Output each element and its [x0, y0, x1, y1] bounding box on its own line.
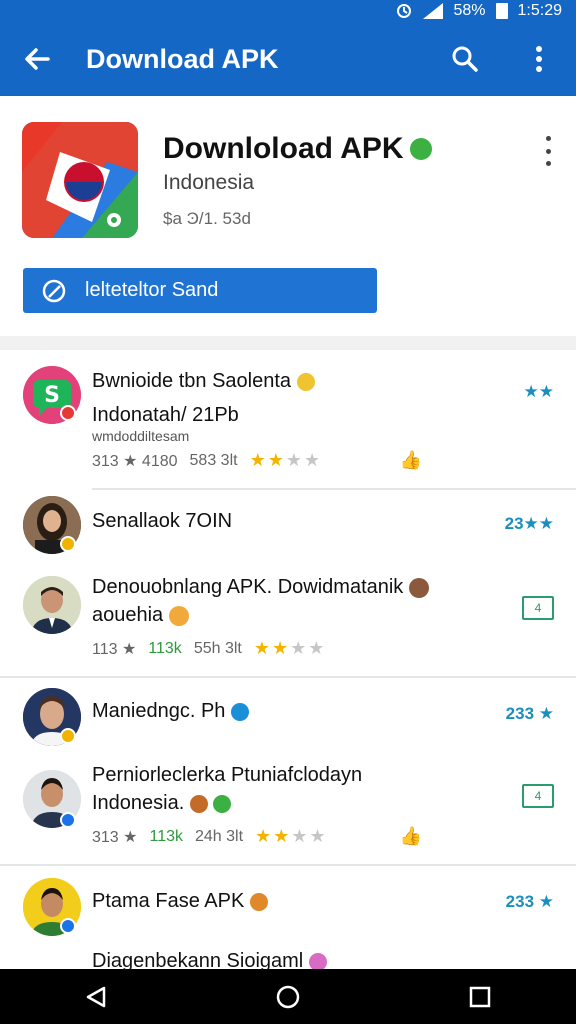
emoji-icon	[296, 372, 315, 391]
back-button[interactable]	[0, 22, 74, 96]
alarm-icon	[395, 2, 413, 20]
avatar-badge	[60, 405, 76, 421]
overflow-menu-button[interactable]	[502, 22, 576, 96]
circle-home-icon	[276, 985, 300, 1008]
item-title: Diagenbekann Sioigaml	[92, 950, 327, 969]
primary-action-button[interactable]: lelteteltor Sand	[23, 268, 377, 313]
check-badge-icon	[23, 278, 85, 304]
item-rating-badge: 233 ★	[505, 704, 554, 723]
app-country: Indonesia	[163, 171, 255, 194]
emoji-icon	[308, 952, 327, 969]
app-bar-title: Download APK	[86, 43, 279, 74]
nav-back-button[interactable]	[66, 969, 126, 1024]
search-icon	[452, 46, 478, 72]
more-vert-icon	[536, 46, 542, 72]
item-stats: 113 ★ 113k 55h 3lt ★ ★ ★ ★	[92, 638, 325, 658]
app-logo	[22, 122, 138, 238]
item-action-box[interactable]: 4	[522, 596, 554, 620]
avatar-badge	[60, 918, 76, 934]
star-rating: ★ ★ ★ ★	[255, 826, 326, 846]
list-item[interactable]: Denouobnlang APK. Dowidmatanik aouehia 1…	[0, 560, 576, 678]
star-rating: ★ ★ ★ ★	[253, 638, 325, 658]
star-rating: ★ ★ ★ ★	[249, 450, 321, 470]
item-rating-badge: 233 ★	[505, 892, 554, 911]
app-name: Downloload APK	[163, 132, 432, 166]
item-rating-badge: ★★	[523, 382, 554, 401]
section-divider	[0, 336, 576, 350]
item-title: Ptama Fase APK	[92, 890, 268, 913]
system-nav-bar	[0, 969, 576, 1024]
app-meta: $a Ͽ/1. 53d	[163, 209, 251, 228]
list-item[interactable]: Perniorleclerka Ptuniafclodayn Indonesia…	[0, 750, 576, 868]
list-item[interactable]: Maniedngc. Ph 233 ★	[0, 680, 576, 750]
item-subtitle: Indonatah/ 21Pb	[92, 404, 239, 426]
app-header-card: Downloload APK Indonesia $a Ͽ/1. 53d lel…	[0, 96, 576, 336]
nav-recents-button[interactable]	[450, 969, 510, 1024]
item-title: Senallaok 7OIN	[92, 510, 233, 532]
svg-text:S: S	[44, 383, 60, 408]
smile-emoji-icon	[409, 138, 432, 160]
app-bar: Download APK	[0, 22, 576, 96]
item-stats: 313 ★ 113k 24h 3lt ★ ★ ★ ★	[92, 826, 326, 846]
list-item[interactable]: S Bwnioide tbn Saolenta Indonatah/ 21Pb …	[0, 350, 576, 490]
emoji-icon	[408, 577, 429, 598]
list-item[interactable]: Diagenbekann Sioigaml	[0, 938, 576, 969]
clock: 1:5:29	[517, 2, 562, 19]
item-subtitle: aouehia	[92, 604, 189, 627]
battery-percent: 58%	[453, 2, 486, 19]
signal-icon	[423, 3, 444, 19]
avatar-badge	[60, 728, 76, 744]
app-card-menu-button[interactable]	[538, 136, 558, 166]
item-action-box[interactable]: 4	[522, 784, 554, 808]
emoji-icon	[168, 605, 189, 626]
thumb-icon[interactable]: 👍	[400, 826, 422, 847]
avatar-badge	[60, 536, 76, 552]
item-rating-badge: 23★★	[504, 514, 554, 533]
status-bar: 58% 1:5:29	[0, 0, 576, 22]
primary-action-label: lelteteltor Sand	[85, 279, 219, 301]
emoji-icon	[213, 794, 232, 813]
triangle-back-icon	[86, 986, 106, 1007]
item-title: Maniedngc. Ph	[92, 700, 249, 723]
avatar-badge	[60, 812, 76, 828]
arrow-left-icon	[25, 48, 50, 70]
battery-icon	[495, 3, 508, 19]
item-title: Denouobnlang APK. Dowidmatanik	[92, 576, 429, 599]
emoji-icon	[249, 892, 268, 911]
list-item[interactable]: Ptama Fase APK 233 ★	[0, 868, 576, 938]
item-stats: 313 ★ 4180 583 3lt ★ ★ ★ ★	[92, 450, 321, 470]
emoji-icon	[189, 794, 208, 813]
list-item[interactable]: Senallaok 7OIN 23★★	[0, 490, 576, 560]
item-subtitle: Indonesia.	[92, 792, 232, 815]
thumb-icon[interactable]: 👍	[400, 450, 422, 471]
verified-icon	[230, 702, 249, 721]
square-recents-icon	[469, 986, 491, 1007]
divider	[0, 864, 576, 866]
search-button[interactable]	[428, 22, 502, 96]
item-title: Bwnioide tbn Saolenta	[92, 370, 315, 393]
divider	[0, 676, 576, 678]
app-name-text: Downloload APK	[163, 132, 404, 165]
nav-home-button[interactable]	[258, 969, 318, 1024]
item-url: wmdoddiltesam	[92, 428, 190, 444]
avatar	[23, 576, 81, 634]
item-title: Perniorleclerka Ptuniafclodayn	[92, 764, 363, 786]
